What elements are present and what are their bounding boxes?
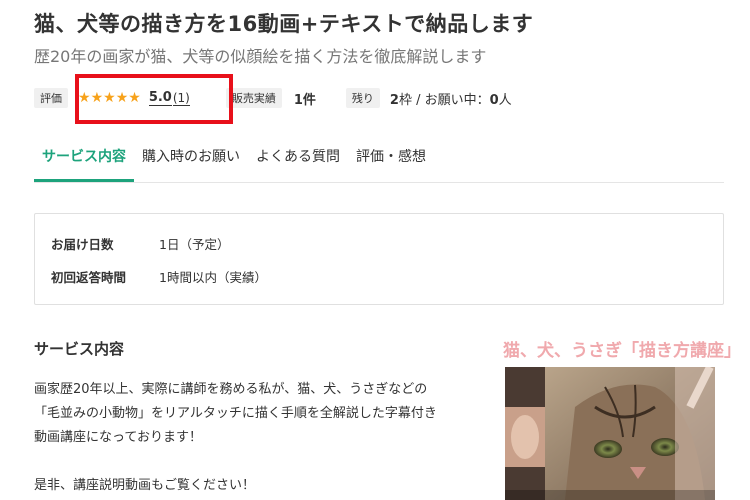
cat-painting-image <box>505 367 715 500</box>
page-title: 猫、犬等の描き方を16動画+テキストで納品します <box>34 12 534 36</box>
tab-reviews[interactable]: 評価・感想 <box>348 140 434 180</box>
response-row: 初回返答時間 1時間以内（実績） <box>51 267 267 286</box>
tab-purchase-notes[interactable]: 購入時のお願い <box>134 140 248 180</box>
tab-faq[interactable]: よくある質問 <box>248 140 348 180</box>
description-line: 画家歴20年以上、実際に講師を務める私が、猫、犬、うさぎなどの <box>34 382 428 397</box>
delivery-row: お届け日数 1日（予定） <box>51 234 229 253</box>
description-line: 動画講座になっております！ <box>34 430 202 445</box>
response-value: 1時間以内（実績） <box>159 270 267 285</box>
delivery-value: 1日（予定） <box>159 237 230 252</box>
description-line: 「毛並みの小動物」をリアルタッチに描く手順を全解説した字幕付き <box>34 406 437 421</box>
sales-value: 1件 <box>293 92 316 108</box>
service-description: 画家歴20年以上、実際に講師を務める私が、猫、犬、うさぎなどの 「毛並みの小動物… <box>34 378 484 498</box>
tab-bar: サービス内容 購入時のお願い よくある質問 評価・感想 <box>34 140 724 183</box>
description-line <box>34 450 484 474</box>
thumbnail-title: 猫、犬、うさぎ「描き方講座」 <box>503 341 741 361</box>
requests-count: 0 <box>489 92 499 108</box>
sales-label: 販売実績 <box>225 88 282 108</box>
rating-highlight-box <box>75 74 233 124</box>
delivery-label: お届け日数 <box>51 237 114 252</box>
description-line: 是非、講座説明動画もご覧ください！ <box>34 478 256 493</box>
page-subtitle: 歴20年の画家が猫、犬等の似顔絵を描く方法を徹底解説します <box>34 47 487 66</box>
remaining-label: 残り <box>345 88 380 108</box>
remaining-value: 2枠 / お願い中：0人 <box>390 89 512 108</box>
service-heading: サービス内容 <box>34 340 125 358</box>
remaining-unit: 枠 / お願い中： <box>398 92 490 108</box>
service-thumbnail[interactable]: 猫、犬、うさぎ「描き方講座」 <box>503 337 741 500</box>
delivery-info-box: お届け日数 1日（予定） 初回返答時間 1時間以内（実績） <box>34 213 724 305</box>
rating-label: 評価 <box>34 88 68 108</box>
tab-service[interactable]: サービス内容 <box>34 140 134 182</box>
response-label: 初回返答時間 <box>51 270 127 285</box>
remaining-slots: 2 <box>389 92 399 108</box>
requests-unit: 人 <box>498 92 512 108</box>
